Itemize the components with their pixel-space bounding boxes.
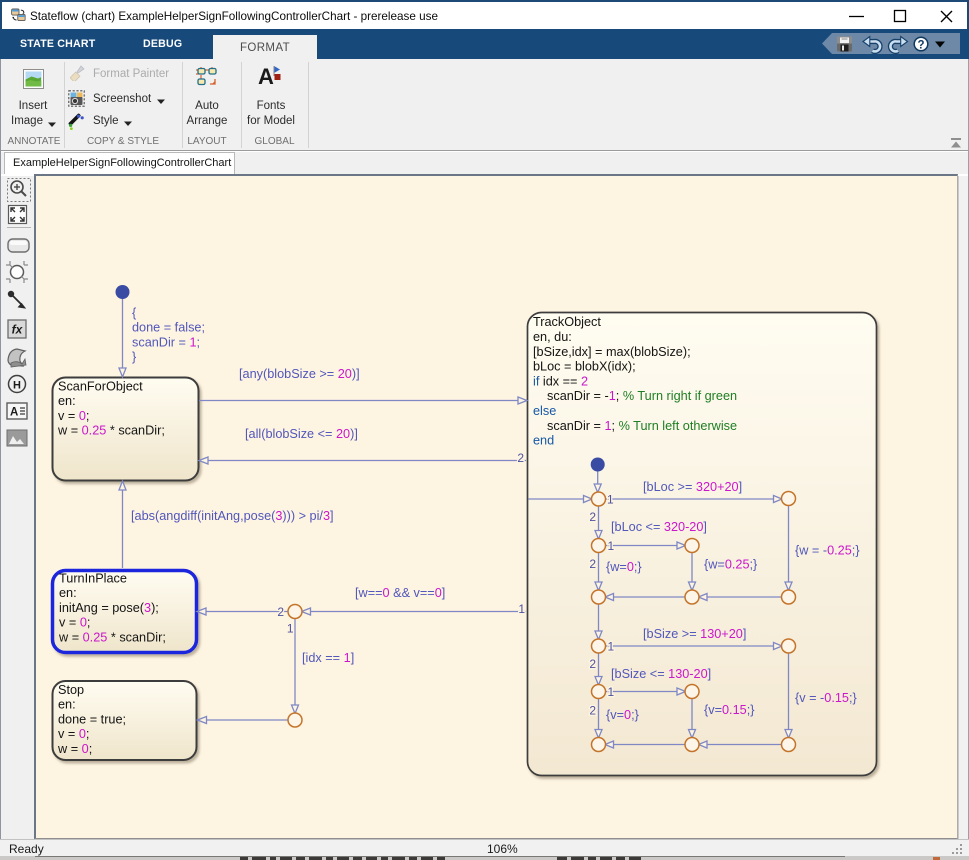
svg-text:[bSize,idx] = max(blobSize);: [bSize,idx] = max(blobSize); <box>533 345 691 359</box>
svg-text:1: 1 <box>608 685 615 699</box>
svg-text:[all(blobSize <= 20)]: [all(blobSize <= 20)] <box>245 427 358 441</box>
svg-text:[any(blobSize >= 20)]: [any(blobSize >= 20)] <box>239 367 360 381</box>
svg-text:else: else <box>533 404 556 418</box>
svg-text:w = 0;: w = 0; <box>57 742 92 756</box>
svg-text:1: 1 <box>608 640 615 654</box>
svg-text:{v=0;}: {v=0;} <box>606 708 640 722</box>
svg-text:2: 2 <box>517 451 524 465</box>
svg-text:2: 2 <box>277 605 284 619</box>
svg-text:w = 0.25 * scanDir;: w = 0.25 * scanDir; <box>58 630 166 644</box>
svg-text:{: { <box>132 306 137 320</box>
svg-text:1: 1 <box>608 539 615 553</box>
svg-text:A: A <box>10 407 18 419</box>
svg-text:2: 2 <box>589 704 596 718</box>
svg-text:[abs(angdiff(initAng,pose(3))): [abs(angdiff(initAng,pose(3))) > pi/3] <box>131 509 334 523</box>
svg-text:1: 1 <box>518 602 525 616</box>
svg-text:[bSize <= 130-20]: [bSize <= 130-20] <box>611 667 711 681</box>
svg-text:{w=0.25;}: {w=0.25;} <box>704 558 758 572</box>
svg-text:done = false;: done = false; <box>132 321 205 335</box>
svg-text:[w==0 && v==0]: [w==0 && v==0] <box>355 586 445 600</box>
svg-text:Stop: Stop <box>58 683 84 697</box>
svg-text:}: } <box>132 350 137 364</box>
svg-text:v = 0;: v = 0; <box>58 409 89 423</box>
svg-text:v = 0;: v = 0; <box>59 616 90 630</box>
svg-text:en:: en: <box>58 394 76 408</box>
svg-text:[bSize >= 130+20]: [bSize >= 130+20] <box>643 627 746 641</box>
svg-text:TurnInPlace: TurnInPlace <box>59 572 127 586</box>
svg-text:2: 2 <box>589 657 596 671</box>
svg-text:en:: en: <box>59 586 77 600</box>
svg-text:{v=0.15;}: {v=0.15;} <box>704 703 755 717</box>
svg-text:[idx == 1]: [idx == 1] <box>302 651 354 665</box>
svg-text:if idx == 2: if idx == 2 <box>533 374 588 388</box>
svg-text:scanDir = -1; % Turn right if: scanDir = -1; % Turn right if green <box>547 389 737 403</box>
svg-text:1: 1 <box>287 622 294 636</box>
svg-text:1: 1 <box>607 493 614 507</box>
svg-text:{w=0;}: {w=0;} <box>606 560 642 574</box>
svg-text:A: A <box>258 64 274 86</box>
svg-text:initAng = pose(3);: initAng = pose(3); <box>59 601 159 615</box>
svg-text:en, du:: en, du: <box>533 330 572 344</box>
svg-text:2: 2 <box>589 510 596 524</box>
svg-text:done = true;: done = true; <box>58 712 126 726</box>
svg-text:ScanForObject: ScanForObject <box>58 380 143 394</box>
svg-text:{w = -0.25;}: {w = -0.25;} <box>795 544 860 558</box>
svg-text:H: H <box>13 380 21 392</box>
svg-text:{v = -0.15;}: {v = -0.15;} <box>795 691 857 705</box>
svg-text:bLoc = blobX(idx);: bLoc = blobX(idx); <box>533 360 636 374</box>
svg-text:[bLoc >= 320+20]: [bLoc >= 320+20] <box>643 480 742 494</box>
svg-text:scanDir = 1; % Turn left other: scanDir = 1; % Turn left otherwise <box>547 419 737 433</box>
svg-text:fx: fx <box>12 323 24 337</box>
svg-text:TrackObject: TrackObject <box>533 315 601 329</box>
svg-text:scanDir = 1;: scanDir = 1; <box>132 335 200 349</box>
svg-text:w = 0.25 * scanDir;: w = 0.25 * scanDir; <box>57 424 165 438</box>
svg-text:end: end <box>533 434 554 448</box>
svg-text:en:: en: <box>58 698 76 712</box>
svg-text:v = 0;: v = 0; <box>58 727 89 741</box>
svg-text:[bLoc <= 320-20]: [bLoc <= 320-20] <box>611 520 707 534</box>
svg-text:?: ? <box>917 39 924 51</box>
svg-text:2: 2 <box>589 557 596 571</box>
